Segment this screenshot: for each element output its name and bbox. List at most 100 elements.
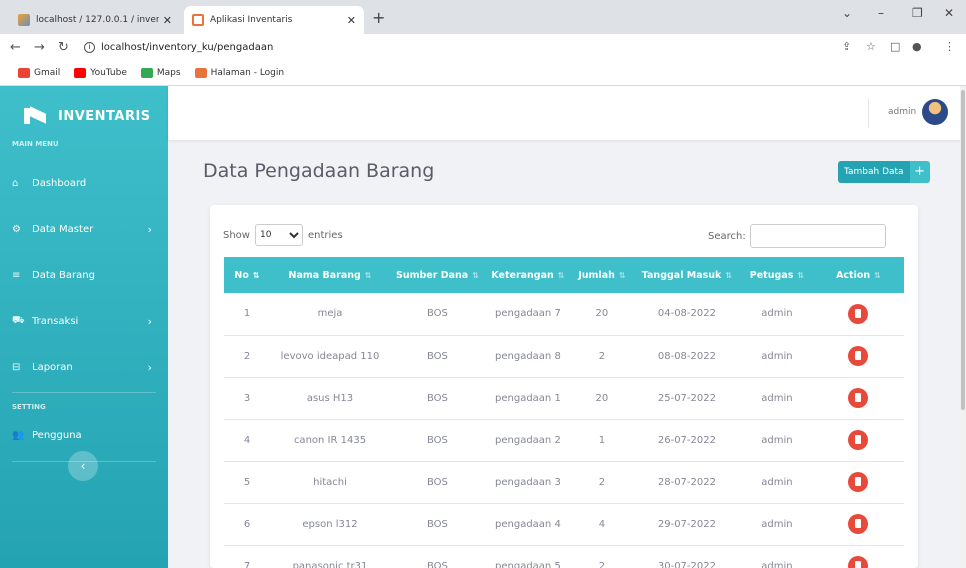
cell-keterangan: pengadaan 7 bbox=[495, 308, 561, 320]
cell-jumlah: 2 bbox=[598, 560, 606, 568]
sort-icon: ⇅ bbox=[252, 270, 260, 280]
bookmark-youtube[interactable]: YouTube bbox=[74, 67, 127, 78]
cell-jumlah: 20 bbox=[595, 308, 609, 320]
url-field[interactable]: i localhost/inventory_ku/pengadaan bbox=[84, 39, 273, 56]
column-header-jumlah[interactable]: Jumlah ⇅ bbox=[571, 257, 633, 293]
gmail-icon bbox=[18, 67, 30, 78]
bookmark-halaman-login[interactable]: Halaman - Login bbox=[194, 67, 284, 78]
sidebar-item-dashboard[interactable]: ⌂ Dashboard bbox=[0, 160, 168, 206]
cell-action bbox=[813, 503, 904, 545]
delete-icon[interactable] bbox=[848, 514, 869, 534]
browser-tab-phpmyadmin[interactable]: localhost / 127.0.0.1 / inventory_ ✕ bbox=[10, 6, 180, 34]
bookmark-gmail[interactable]: Gmail bbox=[18, 67, 60, 78]
close-tab-icon[interactable]: ✕ bbox=[347, 14, 356, 27]
column-header-action[interactable]: Action ⇅ bbox=[813, 257, 904, 293]
column-header-keterangan[interactable]: Keterangan ⇅ bbox=[485, 257, 571, 293]
sort-icon: ⇅ bbox=[725, 270, 733, 280]
cell-nama-barang: epson l312 bbox=[302, 518, 358, 530]
cell-sumber-dana: BOS bbox=[427, 476, 448, 488]
show-label: Show bbox=[223, 229, 250, 241]
entries-select[interactable]: 10 bbox=[254, 224, 303, 246]
cell-no: 7 bbox=[243, 560, 251, 568]
sort-icon: ⇅ bbox=[874, 270, 881, 280]
table-row: 4 canon IR 1435 BOS pengadaan 2 1 26-07-… bbox=[224, 419, 904, 461]
cell-petugas: admin bbox=[761, 350, 793, 362]
address-bar: ← → ↻ i localhost/inventory_ku/pengadaan… bbox=[0, 34, 966, 60]
users-icon: 👥 bbox=[12, 429, 25, 441]
sidebar-item-data-master[interactable]: ⚙ Data Master › bbox=[0, 206, 168, 252]
column-header-no[interactable]: No ⇅ bbox=[224, 257, 270, 293]
table-row: 3 asus H13 BOS pengadaan 1 20 25-07-2022… bbox=[224, 377, 904, 419]
chevron-right-icon: › bbox=[147, 314, 152, 328]
main-menu-heading: MAIN MENU bbox=[12, 140, 59, 148]
maximize-icon[interactable]: ❐ bbox=[912, 6, 923, 20]
sidebar-toggle-button[interactable]: ‹ bbox=[68, 451, 98, 481]
cell-petugas: admin bbox=[761, 476, 793, 488]
close-window-icon[interactable]: ✕ bbox=[944, 6, 954, 20]
delete-icon[interactable] bbox=[848, 303, 869, 324]
search-input[interactable] bbox=[749, 224, 886, 248]
column-header-petugas[interactable]: Petugas ⇅ bbox=[741, 257, 813, 293]
delete-icon[interactable] bbox=[848, 556, 869, 568]
cell-action bbox=[813, 419, 904, 461]
sidebar: INVENTARIS MAIN MENU ⌂ Dashboard ⚙ Data … bbox=[0, 86, 168, 568]
cart-icon: ⛟ bbox=[12, 314, 25, 326]
table-row: 5 hitachi BOS pengadaan 3 2 28-07-2022 a… bbox=[224, 461, 904, 503]
cell-no: 1 bbox=[243, 308, 251, 320]
plus-icon: + bbox=[909, 161, 930, 183]
back-icon[interactable]: ← bbox=[10, 40, 21, 55]
cell-sumber-dana: BOS bbox=[427, 308, 448, 320]
cell-nama-barang: meja bbox=[317, 308, 343, 320]
cell-no: 5 bbox=[243, 476, 251, 488]
cell-nama-barang: canon IR 1435 bbox=[293, 434, 367, 446]
cell-action bbox=[813, 335, 904, 377]
delete-icon[interactable] bbox=[848, 472, 869, 492]
sidebar-item-label: Dashboard bbox=[32, 177, 87, 189]
bookmark-maps[interactable]: Maps bbox=[140, 67, 181, 78]
reload-icon[interactable]: ↻ bbox=[58, 40, 69, 55]
avatar[interactable] bbox=[922, 99, 948, 125]
brand[interactable]: INVENTARIS bbox=[0, 86, 168, 146]
maps-icon bbox=[140, 67, 153, 78]
username[interactable]: admin bbox=[888, 107, 916, 117]
cell-sumber-dana: BOS bbox=[427, 350, 448, 362]
scrollbar-thumb[interactable] bbox=[961, 90, 965, 410]
column-header-tanggal-masuk[interactable]: Tanggal Masuk ⇅ bbox=[633, 257, 741, 293]
sidebar-divider bbox=[12, 392, 156, 393]
cell-no: 2 bbox=[243, 350, 251, 362]
sidebar-item-laporan[interactable]: ⊟ Laporan › bbox=[0, 344, 168, 390]
add-data-button[interactable]: Tambah Data + bbox=[838, 161, 930, 183]
share-icon[interactable]: ⇪ bbox=[842, 40, 851, 53]
cell-keterangan: pengadaan 4 bbox=[495, 518, 561, 530]
table-row: 6 epson l312 BOS pengadaan 4 4 29-07-202… bbox=[224, 503, 904, 545]
cell-nama-barang: asus H13 bbox=[306, 392, 354, 404]
sidepanel-icon[interactable]: □ bbox=[890, 40, 900, 53]
table-row: 7 panasonic tr31 BOS pengadaan 5 2 30-07… bbox=[224, 545, 904, 568]
close-tab-icon[interactable]: ✕ bbox=[163, 14, 172, 27]
cell-petugas: admin bbox=[761, 560, 793, 568]
forward-icon[interactable]: → bbox=[34, 40, 45, 55]
tab-search-icon[interactable]: ⌄ bbox=[842, 6, 852, 20]
new-tab-button[interactable]: + bbox=[372, 8, 385, 27]
menu-kebab-icon[interactable]: ⋮ bbox=[944, 40, 955, 53]
column-header-nama-barang[interactable]: Nama Barang ⇅ bbox=[270, 257, 390, 293]
sidebar-item-transaksi[interactable]: ⛟ Transaksi › bbox=[0, 298, 168, 344]
delete-icon[interactable] bbox=[848, 388, 869, 408]
delete-icon[interactable] bbox=[848, 430, 869, 450]
cell-keterangan: pengadaan 8 bbox=[495, 350, 561, 362]
column-header-sumber-dana[interactable]: Sumber Dana ⇅ bbox=[390, 257, 485, 293]
browser-tab-inventaris[interactable]: Aplikasi Inventaris ✕ bbox=[184, 6, 364, 34]
chevron-right-icon: › bbox=[147, 222, 152, 236]
page-scrollbar[interactable] bbox=[960, 86, 966, 568]
sort-icon: ⇅ bbox=[797, 270, 805, 280]
delete-icon[interactable] bbox=[848, 346, 869, 366]
site-info-icon[interactable]: i bbox=[84, 42, 95, 53]
cell-no: 3 bbox=[243, 392, 251, 404]
minimize-icon[interactable]: – bbox=[878, 6, 884, 20]
sidebar-item-data-barang[interactable]: ≡ Data Barang bbox=[0, 252, 168, 298]
profile-icon[interactable]: ● bbox=[912, 40, 922, 53]
sidebar-item-pengguna[interactable]: 👥 Pengguna bbox=[0, 423, 168, 447]
cell-petugas: admin bbox=[761, 308, 793, 320]
table-row: 1 meja BOS pengadaan 7 20 04-08-2022 adm… bbox=[224, 293, 904, 335]
bookmark-star-icon[interactable]: ☆ bbox=[866, 40, 876, 53]
